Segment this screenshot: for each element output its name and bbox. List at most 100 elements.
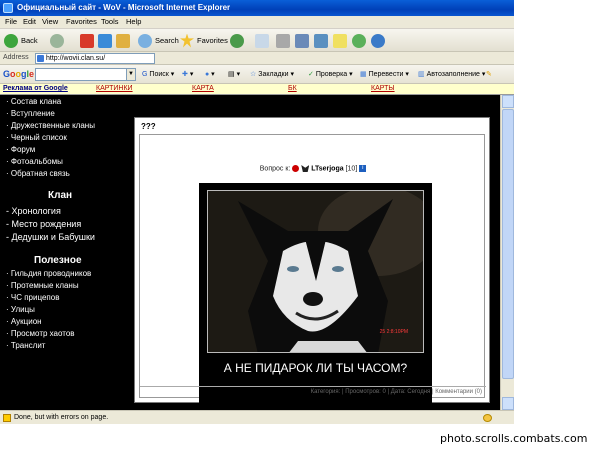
link-cards[interactable]: КАРТЫ xyxy=(371,85,395,92)
google-ads-link[interactable]: Реклама от Google xyxy=(3,85,68,92)
address-input[interactable]: http://wovii.clan.su/ xyxy=(35,53,155,64)
autofill-label: Автозаполнение xyxy=(426,71,480,78)
print-button[interactable] xyxy=(276,32,290,49)
window-title: Официальный сайт - WoV - Microsoft Inter… xyxy=(17,3,231,12)
stop-button[interactable] xyxy=(80,32,94,49)
sidebar-item-streets[interactable]: · Улицы xyxy=(6,305,35,314)
sidebar-item-label: ЧС прицепов xyxy=(10,293,60,302)
link-map[interactable]: КАРТА xyxy=(192,85,214,92)
title-bar: Официальный сайт - WoV - Microsoft Inter… xyxy=(0,0,514,16)
back-button[interactable]: Back xyxy=(4,32,38,49)
translate-button[interactable]: ▦ Перевести ▾ xyxy=(360,70,409,78)
user-info-icon[interactable]: i xyxy=(359,165,367,172)
mail-button[interactable] xyxy=(255,32,269,49)
favorites-button[interactable]: Favorites xyxy=(180,32,228,49)
sidebar-item-chaos-view[interactable]: · Просмотр хаотов xyxy=(6,329,75,338)
vertical-scrollbar[interactable] xyxy=(500,95,514,410)
post-body: Вопрос к: LTserjoga [10] i 25 2:8:10PM А… xyxy=(139,134,486,403)
google-g-icon: G xyxy=(142,71,148,78)
user-level: [10] xyxy=(345,165,358,173)
link-pictures[interactable]: КАРТИНКИ xyxy=(96,85,133,92)
section-title-clan: Клан xyxy=(48,190,73,201)
google-page-button[interactable]: ▤ ▾ xyxy=(228,70,240,78)
google-talk-button[interactable]: ● ▾ xyxy=(205,70,215,78)
search-button[interactable]: Search xyxy=(138,32,179,49)
spellcheck-button[interactable]: ✓ Проверка ▾ xyxy=(308,70,353,78)
sidebar-item-guides-guild[interactable]: · Гильдия проводников xyxy=(6,269,91,278)
post-photo: 25 2:8:10PM А НЕ ПИДАРОК ЛИ ТЫ ЧАСОМ? xyxy=(199,183,432,403)
scroll-down-button[interactable] xyxy=(502,397,514,410)
user-name-link[interactable]: LTserjoga xyxy=(311,165,343,172)
browser-window: Официальный сайт - WoV - Microsoft Inter… xyxy=(0,0,514,424)
sidebar-item-forum[interactable]: · Форум xyxy=(6,145,35,154)
photo-caption: А НЕ ПИДАРОК ЛИ ТЫ ЧАСОМ? xyxy=(223,361,408,375)
sidebar-item-translit[interactable]: · Транслит xyxy=(6,341,45,350)
menu-edit[interactable]: Edit xyxy=(23,17,36,26)
sidebar-item-label: Просмотр хаотов xyxy=(10,329,75,338)
notes-button[interactable] xyxy=(333,32,347,49)
mail-icon xyxy=(255,33,269,48)
address-url: http://wovii.clan.su/ xyxy=(46,55,106,62)
google-search-button[interactable]: G Поиск ▾ xyxy=(142,70,174,78)
links-bar: Реклама от Google КАРТИНКИ КАРТА БК КАРТ… xyxy=(0,84,514,95)
google-plus-button[interactable]: ✚ ▾ xyxy=(182,70,193,78)
sidebar-item-elders[interactable]: - Дедушки и Бабушки xyxy=(6,232,95,242)
edit-button[interactable] xyxy=(295,32,309,49)
home-button[interactable] xyxy=(116,32,130,49)
autofill-icon: ▥ xyxy=(418,71,425,78)
favorites-label: Favorites xyxy=(197,36,228,45)
menu-file[interactable]: File xyxy=(5,17,17,26)
bookmarks-label: Закладки xyxy=(258,71,289,78)
sidebar-item-join[interactable]: · Вступление xyxy=(6,109,55,118)
discuss-button[interactable] xyxy=(314,32,328,49)
translate-label: Перевести xyxy=(368,71,404,78)
messenger-button[interactable] xyxy=(352,32,366,49)
sidebar-item-birthplace[interactable]: - Место рождения xyxy=(6,219,81,229)
google-search-dropdown[interactable]: ▼ xyxy=(126,68,136,81)
sidebar-item-friendly-clans[interactable]: · Дружественные кланы xyxy=(6,121,95,130)
forward-arrow-icon xyxy=(50,33,64,48)
notes-icon xyxy=(333,33,347,48)
chat-bubble-icon: ● xyxy=(205,71,210,78)
sidebar-item-label: Гильдия проводников xyxy=(10,269,92,278)
sidebar-item-feedback[interactable]: · Обратная связь xyxy=(6,169,70,178)
clan-emblem-icon xyxy=(292,165,300,172)
google-toolbar: Google ▼ G Поиск ▾ ✚ ▾ ● ▾ ▤ ▾ ☆ Закладк… xyxy=(0,65,514,84)
sidebar-item-label: Обратная связь xyxy=(10,169,70,178)
sidebar-item-roster[interactable]: · Состав клана xyxy=(6,97,61,106)
sidebar-item-label: Хронология xyxy=(11,206,61,216)
forward-button[interactable] xyxy=(50,32,64,49)
google-logo: Google xyxy=(3,69,35,79)
post-meta: Категория: | Просмотров: 0 | Дата: Сегод… xyxy=(140,386,486,395)
star-icon: ☆ xyxy=(250,71,257,78)
link-bk[interactable]: БК xyxy=(288,85,297,92)
extra-button[interactable] xyxy=(371,32,385,49)
photo-date-stamp: 25 2:8:10PM xyxy=(379,329,408,335)
sidebar-item-label: Улицы xyxy=(10,305,35,314)
sidebar-item-chronology[interactable]: - Хронология xyxy=(6,206,61,216)
stop-icon xyxy=(80,33,94,48)
scroll-thumb[interactable] xyxy=(502,109,514,379)
post-panel: ??? Вопрос к: LTserjoga [10] i 25 2:8:10… xyxy=(134,117,490,403)
sidebar-item-albums[interactable]: · Фотоальбомы xyxy=(6,157,63,166)
sidebar-item-blacklist[interactable]: · Черный список xyxy=(6,133,67,142)
menu-view[interactable]: View xyxy=(42,17,58,26)
error-warning-icon[interactable] xyxy=(3,414,11,422)
refresh-button[interactable] xyxy=(98,32,112,49)
menu-help[interactable]: Help xyxy=(126,17,141,26)
question-to-label: Вопрос к: xyxy=(259,165,291,173)
sidebar-item-trailers-blacklist[interactable]: · ЧС прицепов xyxy=(6,293,59,302)
autofill-button[interactable]: ▥ Автозаполнение ▾ xyxy=(418,70,485,78)
google-search-input[interactable] xyxy=(35,68,135,81)
home-icon xyxy=(116,33,130,48)
google-settings-icon[interactable]: ✎ xyxy=(486,70,492,78)
bookmarks-button[interactable]: ☆ Закладки ▾ xyxy=(250,70,294,78)
sidebar-item-auction[interactable]: · Аукцион xyxy=(6,317,42,326)
menu-tools[interactable]: Tools xyxy=(101,17,119,26)
history-button[interactable] xyxy=(230,32,244,49)
sidebar-item-dark-clans[interactable]: · Протемные кланы xyxy=(6,281,79,290)
sidebar-item-label: Форум xyxy=(10,145,36,154)
menu-favorites[interactable]: Favorites xyxy=(66,17,97,26)
plus-icon: ✚ xyxy=(182,71,188,78)
scroll-up-button[interactable] xyxy=(502,95,514,108)
